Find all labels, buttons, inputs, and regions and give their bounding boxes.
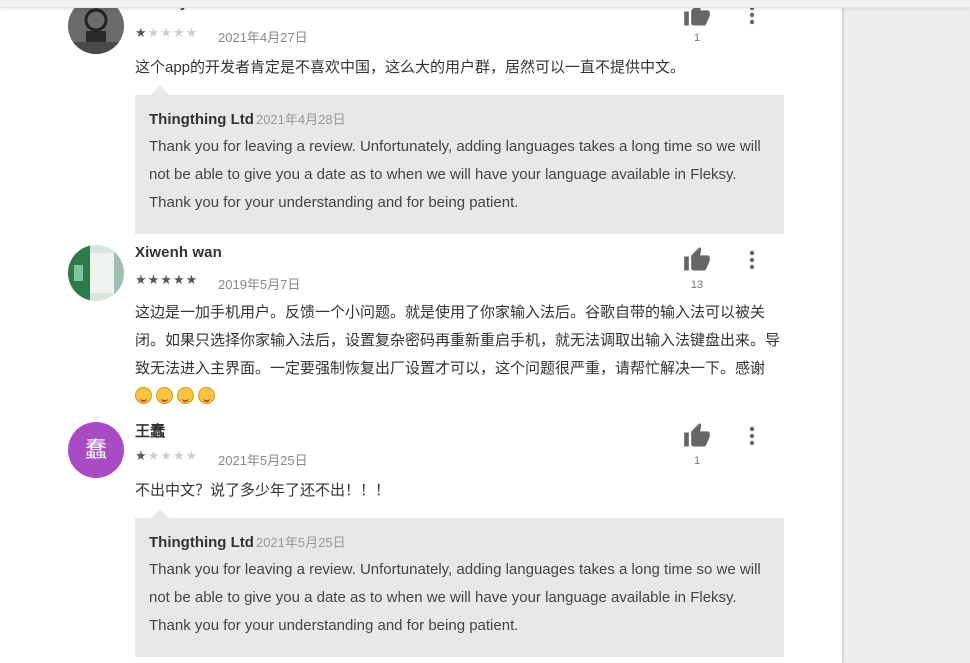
star-icon: ★ <box>135 272 148 287</box>
like-count: 1 <box>693 32 701 44</box>
more-vert-icon[interactable] <box>744 425 760 449</box>
emoji-icon <box>198 387 215 404</box>
star-icon: ★ <box>135 448 148 463</box>
avatar[interactable] <box>68 0 124 54</box>
review-text: 不出中文？说了多少年了还不出！！！ <box>135 482 391 499</box>
reply-text: Thank you for leaving a review. Unfortun… <box>149 138 761 211</box>
avatar-letter: 蠢 <box>84 437 107 462</box>
emoji-icon <box>135 387 152 404</box>
star-icon: ★ <box>185 25 199 40</box>
review-text: 这边是一加手机用户。反馈一个小问题。就是使用了你家输入法后。谷歌自带的输入法可以… <box>135 299 785 411</box>
like-count: 1 <box>693 455 701 467</box>
review-date: 2019年5月7日 <box>218 277 301 292</box>
avatar[interactable] <box>68 245 124 301</box>
star-icon: ★ <box>160 25 173 40</box>
thumb-up-icon[interactable] <box>682 246 712 274</box>
emoji-icon <box>177 387 194 404</box>
developer-name: Thingthing Ltd <box>149 534 254 551</box>
emoji-icon <box>156 387 173 404</box>
reviewer-name: 王蠢 <box>135 423 166 440</box>
review-text: 这个app的开发者肯定是不喜欢中国，这么大的用户群，居然可以一直不提供中文。 <box>135 59 686 76</box>
star-rating: ★★★★★ <box>135 272 198 288</box>
star-icon: ★ <box>172 272 186 287</box>
developer-reply: Thingthing Ltd 2021年4月28日 Thank you for l… <box>135 86 784 234</box>
star-icon: ★ <box>172 25 186 40</box>
thumb-up-icon[interactable] <box>682 422 712 450</box>
star-rating: ★★★★★ <box>135 25 198 41</box>
reply-date: 2021年5月25日 <box>255 535 346 550</box>
star-icon: ★ <box>147 272 161 287</box>
review-text-body: 这边是一加手机用户。反馈一个小问题。就是使用了你家输入法后。谷歌自带的输入法可以… <box>135 304 781 377</box>
star-icon: ★ <box>147 25 161 40</box>
star-icon: ★ <box>147 448 161 463</box>
more-vert-icon[interactable] <box>744 249 760 273</box>
like-count: 13 <box>690 279 704 291</box>
developer-reply: Thingthing Ltd 2021年5月25日 Thank you for l… <box>135 509 784 657</box>
review-date: 2021年5月25日 <box>218 453 308 468</box>
avatar[interactable]: 蠢 <box>68 422 124 478</box>
reply-date: 2021年4月28日 <box>255 112 346 127</box>
developer-name: Thingthing Ltd <box>149 111 254 128</box>
top-bar <box>0 0 970 8</box>
star-icon: ★ <box>185 448 199 463</box>
star-icon: ★ <box>160 272 173 287</box>
star-icon: ★ <box>172 448 186 463</box>
star-icon: ★ <box>135 25 148 40</box>
reply-text: Thank you for leaving a review. Unfortun… <box>149 561 761 634</box>
star-icon: ★ <box>160 448 173 463</box>
reviewer-name: Xiwenh wan <box>135 244 222 261</box>
star-icon: ★ <box>185 272 199 287</box>
review-date: 2021年4月27日 <box>218 30 308 45</box>
star-rating: ★★★★★ <box>135 448 198 464</box>
